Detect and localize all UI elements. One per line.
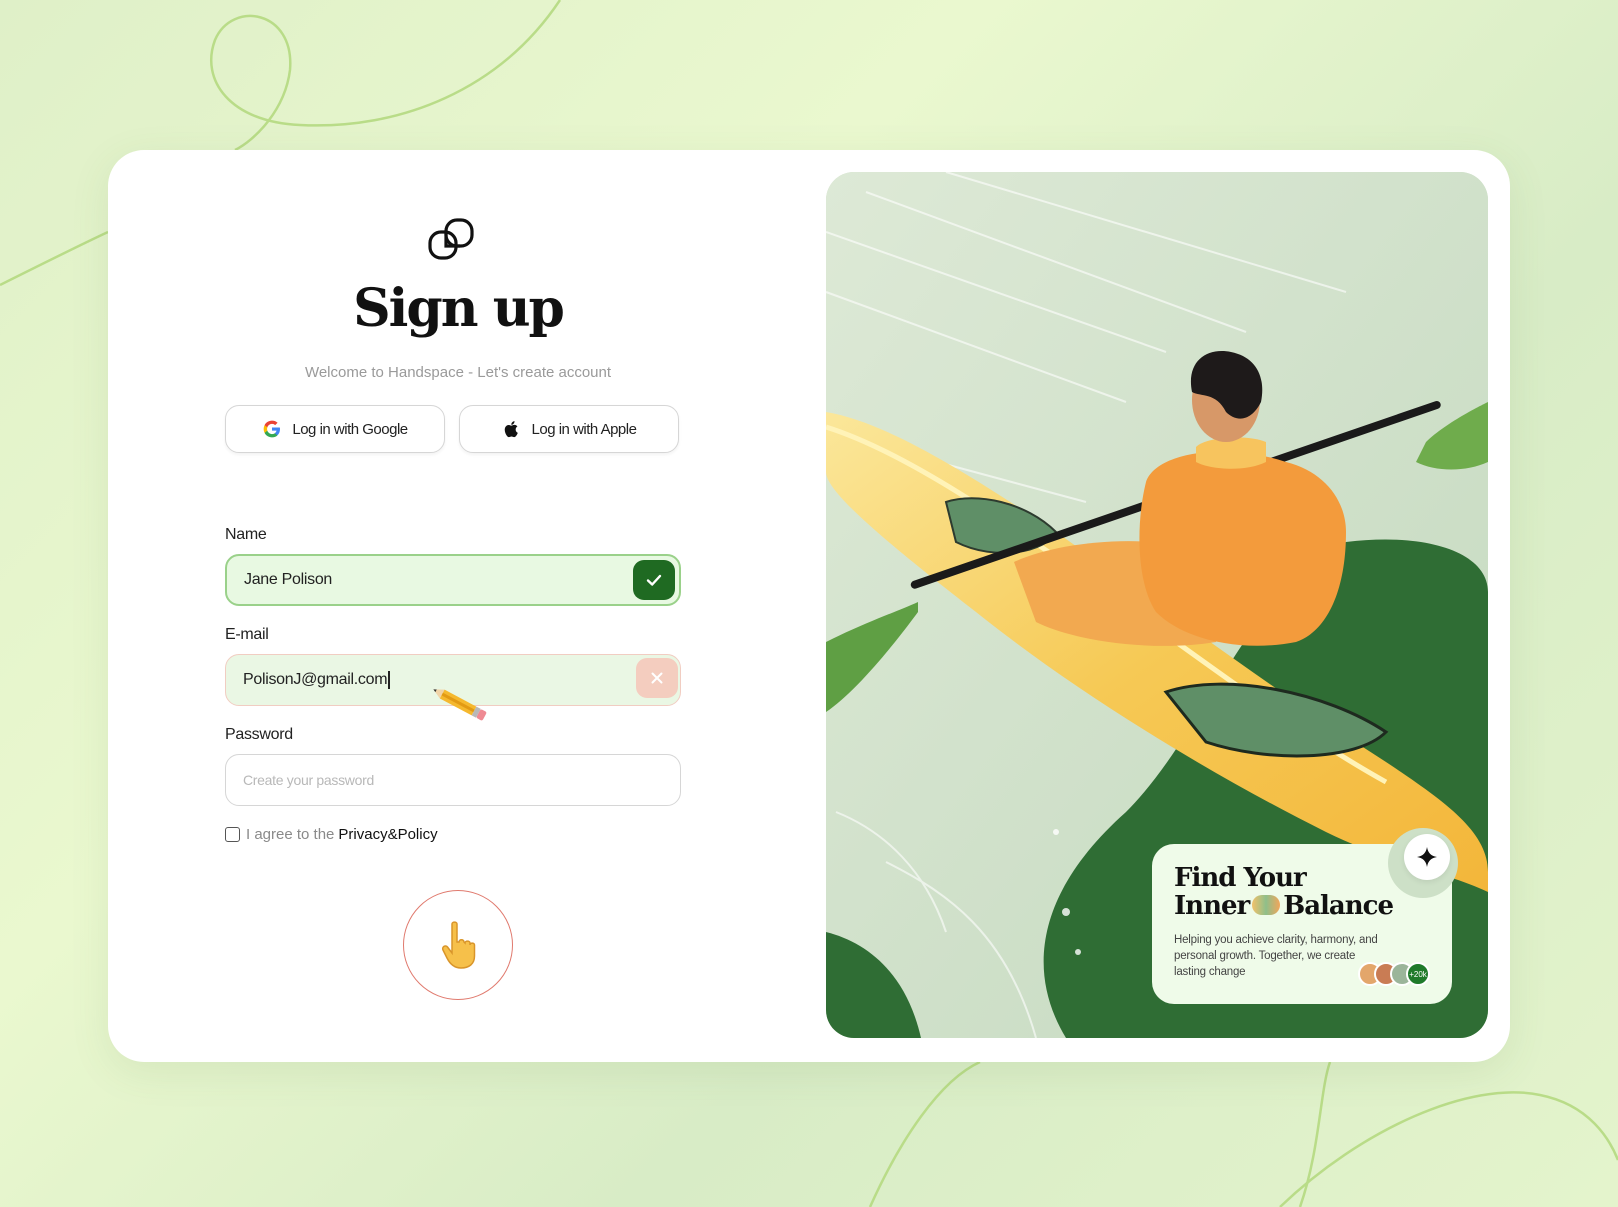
pointing-hand-icon xyxy=(441,921,476,969)
avatar-count-badge: +20k xyxy=(1406,962,1430,986)
check-icon xyxy=(646,574,662,586)
password-field[interactable]: Create your password xyxy=(225,754,681,806)
email-value: PolisonJ@gmail.com xyxy=(243,671,388,688)
inline-photo-thumbnail xyxy=(1252,895,1281,915)
privacy-policy-link[interactable]: Privacy&Policy xyxy=(338,826,437,843)
hero-illustration: Find Your Inner Balance Helping you achie… xyxy=(826,172,1488,1038)
name-value: Jane Polison xyxy=(244,571,333,588)
google-login-label: Log in with Google xyxy=(292,420,408,438)
promo-title-inner: Inner xyxy=(1174,891,1250,921)
signup-form-panel: Sign up Welcome to Handspace - Let's cre… xyxy=(108,150,808,1062)
apple-icon xyxy=(504,421,518,438)
password-label: Password xyxy=(225,726,293,743)
page-subtitle: Welcome to Handspace - Let's create acco… xyxy=(304,364,612,381)
password-placeholder: Create your password xyxy=(243,772,374,788)
google-login-button[interactable]: Log in with Google xyxy=(225,405,445,453)
linked-squares-logo-icon xyxy=(428,218,474,260)
name-label: Name xyxy=(225,526,267,543)
agree-text: I agree to the xyxy=(246,826,335,843)
agree-row: I agree to the Privacy&Policy xyxy=(225,826,438,843)
pencil-icon xyxy=(433,689,487,721)
signup-card: Sign up Welcome to Handspace - Let's cre… xyxy=(108,150,1510,1062)
email-clear-button[interactable] xyxy=(636,658,678,698)
text-caret xyxy=(388,671,390,689)
agree-checkbox[interactable] xyxy=(225,827,240,842)
email-label: E-mail xyxy=(225,626,269,643)
submit-button[interactable] xyxy=(403,890,513,1000)
promo-title-line2: Inner Balance xyxy=(1174,892,1432,920)
promo-title-balance: Balance xyxy=(1283,891,1394,921)
close-icon xyxy=(651,672,663,684)
promo-title-line1: Find Your xyxy=(1174,863,1307,893)
name-field[interactable]: Jane Polison xyxy=(225,554,681,606)
apple-login-button[interactable]: Log in with Apple xyxy=(459,405,679,453)
promo-card: Find Your Inner Balance Helping you achie… xyxy=(1152,828,1458,1004)
name-valid-badge xyxy=(633,560,675,600)
page-title: Sign up xyxy=(353,278,565,339)
apple-login-label: Log in with Apple xyxy=(531,420,637,438)
promo-description: Helping you achieve clarity, harmony, an… xyxy=(1174,934,1378,978)
avatar-group: +20k xyxy=(1358,962,1430,986)
google-icon xyxy=(264,420,281,438)
promo-title: Find Your Inner Balance xyxy=(1174,864,1432,920)
